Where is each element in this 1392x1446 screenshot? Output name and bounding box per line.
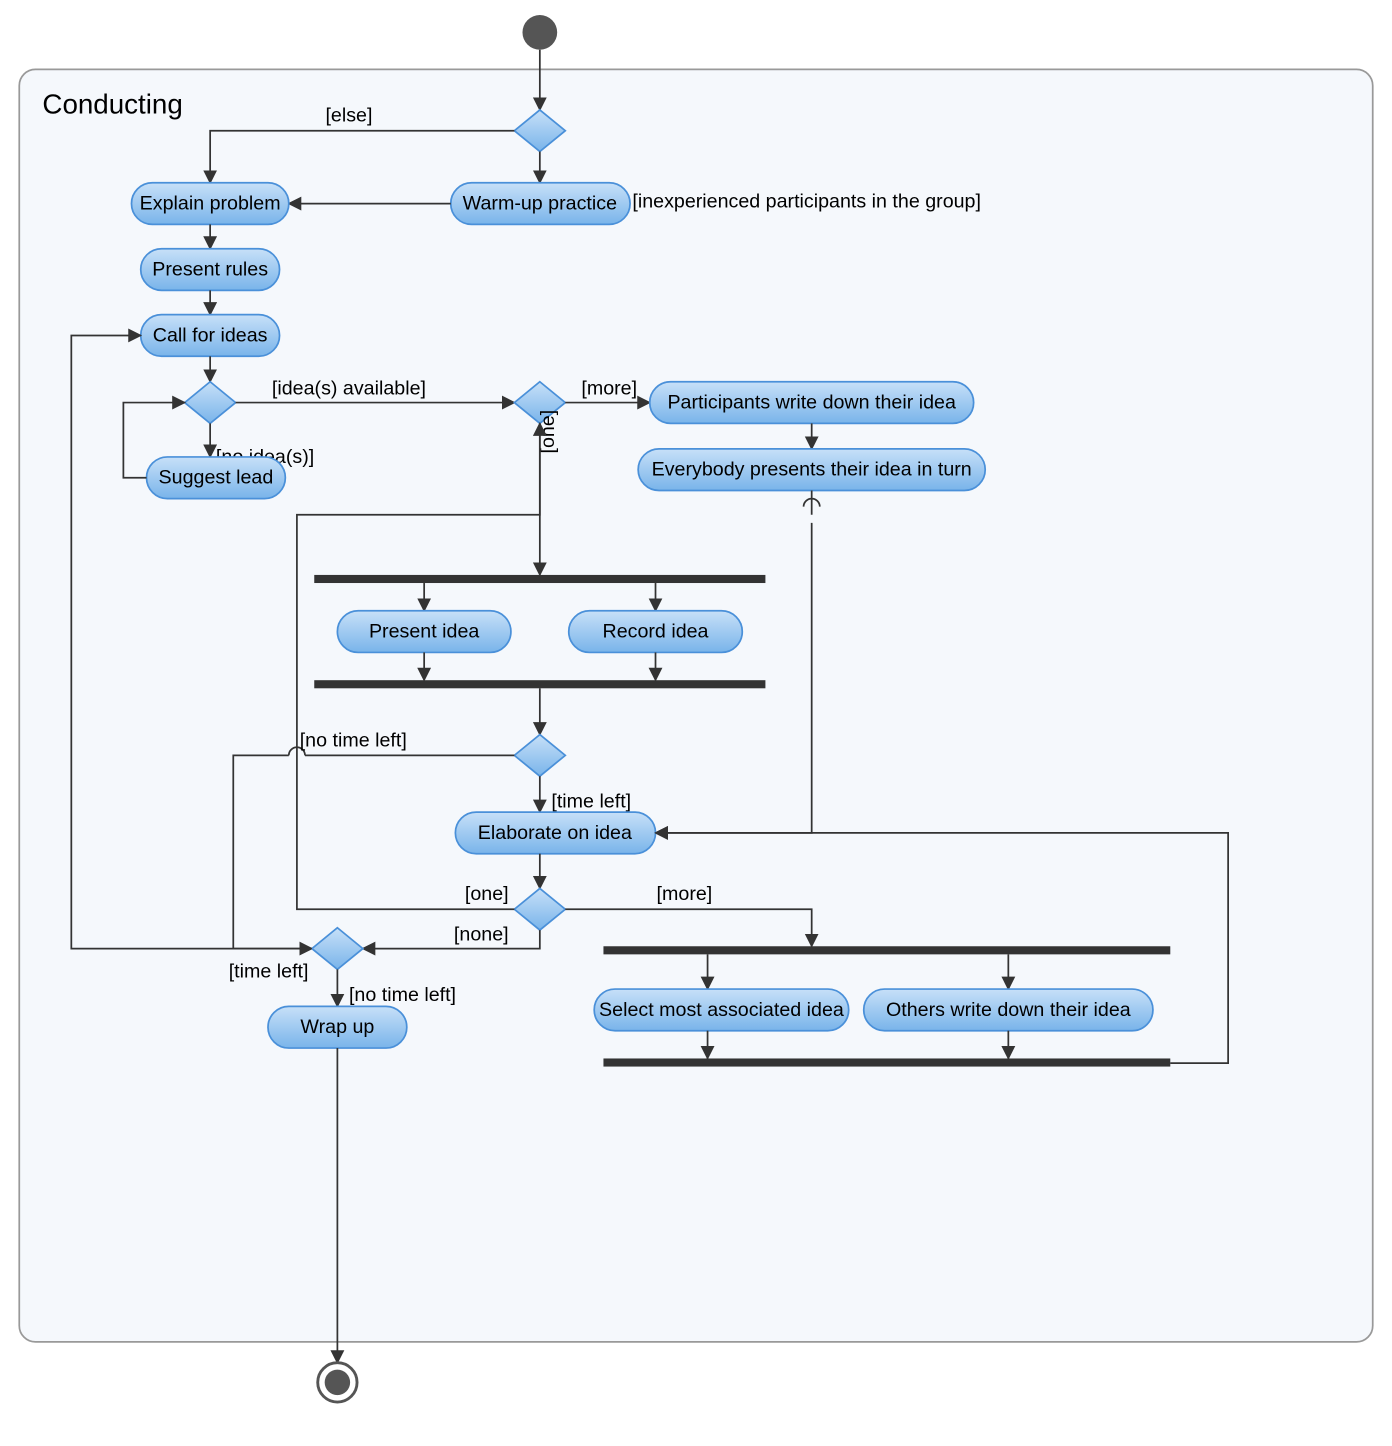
- label-suggest: Suggest lead: [159, 467, 274, 489]
- guard-more2: [more]: [657, 883, 713, 905]
- label-present: Present idea: [369, 621, 479, 643]
- guard-avail: [idea(s) available]: [272, 378, 426, 400]
- activity-diagram: Conducting [else] [inexperienced partici…: [0, 0, 1392, 1446]
- label-wrap: Wrap up: [300, 1016, 374, 1038]
- join-bar-1: [314, 680, 765, 688]
- label-call: Call for ideas: [153, 324, 268, 346]
- label-warmup: Warm-up practice: [463, 193, 617, 215]
- guard-notime: [no time left]: [300, 729, 407, 751]
- guard-none: [none]: [454, 924, 509, 946]
- label-present-each: Everybody presents their idea in turn: [652, 459, 972, 481]
- guard-more: [more]: [581, 378, 637, 400]
- fork-bar-2: [603, 946, 1170, 954]
- initial-node: [522, 15, 557, 50]
- final-node-inner: [325, 1370, 350, 1395]
- guard-timel2: [time left]: [229, 961, 309, 983]
- label-write: Participants write down their idea: [667, 392, 956, 414]
- label-explain: Explain problem: [140, 193, 281, 215]
- label-others: Others write down their idea: [886, 999, 1131, 1021]
- fork-bar-1: [314, 575, 765, 583]
- frame-title: Conducting: [42, 89, 182, 120]
- label-record: Record idea: [603, 621, 709, 643]
- guard-timel: [time left]: [551, 791, 631, 813]
- guard-else: [else]: [325, 105, 372, 127]
- guard-one2: [one]: [465, 883, 509, 905]
- guard-inexp: [inexperienced participants in the group…: [632, 190, 981, 212]
- label-rules: Present rules: [152, 259, 268, 281]
- label-select: Select most associated idea: [599, 999, 844, 1021]
- label-elab: Elaborate on idea: [478, 822, 632, 844]
- join-bar-2: [603, 1058, 1170, 1066]
- guard-notime2: [no time left]: [349, 984, 456, 1006]
